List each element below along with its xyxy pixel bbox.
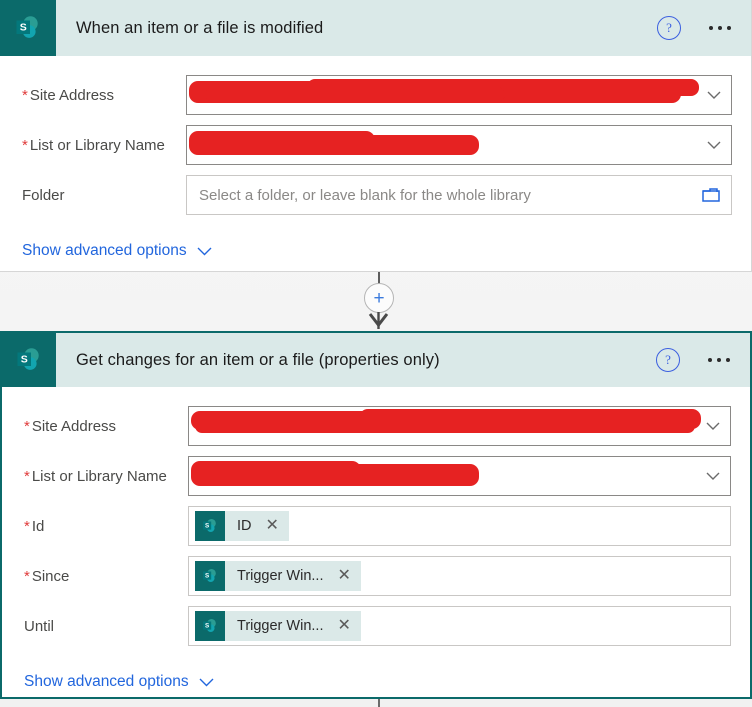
card-header[interactable]: S Get changes for an item or a file (pro… bbox=[2, 333, 750, 387]
field-row-site-address: * Site Address bbox=[0, 70, 751, 120]
since-token-input[interactable]: S Trigger Win... ✕ bbox=[188, 556, 731, 596]
field-label: * Site Address bbox=[22, 86, 115, 104]
redaction-bar bbox=[195, 419, 695, 433]
flow-card-trigger[interactable]: S When an item or a file is modified ? *… bbox=[0, 0, 752, 272]
close-icon[interactable]: ✕ bbox=[262, 518, 283, 534]
required-asterisk: * bbox=[22, 86, 28, 104]
id-token-input[interactable]: S ID ✕ bbox=[188, 506, 731, 546]
flow-designer-canvas: S When an item or a file is modified ? *… bbox=[0, 0, 752, 707]
list-or-library-dropdown[interactable] bbox=[188, 456, 731, 496]
card-body: * Site Address * List or Library Name bbox=[0, 56, 751, 268]
site-address-dropdown[interactable] bbox=[186, 75, 732, 115]
ellipsis-icon[interactable] bbox=[707, 20, 733, 36]
show-advanced-options-trigger[interactable]: Show advanced options bbox=[0, 234, 751, 268]
redaction-bar bbox=[191, 464, 479, 486]
redaction-bar bbox=[191, 411, 491, 430]
required-asterisk: * bbox=[24, 467, 30, 485]
list-or-library-dropdown[interactable] bbox=[186, 125, 732, 165]
required-asterisk: * bbox=[24, 567, 30, 585]
field-label: * List or Library Name bbox=[24, 467, 167, 485]
field-label: Folder bbox=[22, 186, 65, 204]
svg-text:S: S bbox=[21, 353, 28, 365]
redaction-bar bbox=[189, 135, 479, 155]
required-asterisk: * bbox=[24, 417, 30, 435]
sharepoint-icon: S bbox=[195, 611, 225, 641]
chevron-down-icon[interactable] bbox=[697, 141, 731, 150]
chevron-down-icon[interactable] bbox=[197, 247, 212, 256]
svg-text:S: S bbox=[205, 572, 209, 579]
token-chip[interactable]: S ID ✕ bbox=[195, 511, 289, 541]
field-label: * Since bbox=[24, 567, 70, 585]
redaction-bar bbox=[189, 131, 375, 151]
sharepoint-icon: S bbox=[195, 511, 225, 541]
sharepoint-icon: S bbox=[2, 333, 56, 387]
redaction-bar bbox=[189, 81, 681, 103]
token-label: Trigger Win... bbox=[237, 618, 324, 634]
sharepoint-icon: S bbox=[0, 0, 56, 56]
card-header[interactable]: S When an item or a file is modified ? bbox=[0, 0, 751, 56]
card-title: When an item or a file is modified bbox=[76, 18, 324, 37]
until-token-input[interactable]: S Trigger Win... ✕ bbox=[188, 606, 731, 646]
redaction-bar bbox=[359, 409, 701, 429]
ellipsis-icon[interactable] bbox=[706, 352, 732, 368]
help-circle-icon[interactable]: ? bbox=[657, 16, 681, 40]
field-row-site-address: * Site Address bbox=[2, 401, 750, 451]
connector-line-bottom bbox=[378, 699, 380, 707]
card-header-actions: ? bbox=[657, 16, 751, 40]
token-chip[interactable]: S Trigger Win... ✕ bbox=[195, 561, 361, 591]
show-advanced-options-label[interactable]: Show advanced options bbox=[22, 242, 187, 260]
token-label: ID bbox=[237, 518, 252, 534]
card-connector: + bbox=[0, 272, 752, 332]
folder-picker[interactable]: Select a folder, or leave blank for the … bbox=[186, 175, 732, 215]
chevron-down-icon[interactable] bbox=[696, 472, 730, 481]
field-label: * List or Library Name bbox=[22, 136, 165, 154]
field-row-list-or-library-name: * List or Library Name bbox=[0, 120, 751, 170]
card-title: Get changes for an item or a file (prope… bbox=[76, 350, 440, 369]
svg-text:S: S bbox=[20, 21, 27, 33]
sharepoint-icon: S bbox=[195, 561, 225, 591]
token-chip[interactable]: S Trigger Win... ✕ bbox=[195, 611, 361, 641]
plus-icon[interactable]: + bbox=[364, 283, 394, 313]
field-row-id: * Id S ID ✕ bbox=[2, 501, 750, 551]
card-body: * Site Address * List or Library Name bbox=[2, 387, 750, 699]
field-row-list-or-library-name: * List or Library Name bbox=[2, 451, 750, 501]
redaction-bar bbox=[191, 461, 361, 482]
chevron-down-icon[interactable] bbox=[199, 678, 214, 687]
field-label: * Site Address bbox=[24, 417, 117, 435]
flow-card-action[interactable]: S Get changes for an item or a file (pro… bbox=[0, 331, 752, 699]
close-icon[interactable]: ✕ bbox=[333, 568, 354, 584]
show-advanced-options-label[interactable]: Show advanced options bbox=[24, 673, 189, 691]
folder-placeholder: Select a folder, or leave blank for the … bbox=[199, 186, 531, 204]
redaction-bar bbox=[307, 79, 699, 96]
field-label: Until bbox=[24, 617, 55, 635]
close-icon[interactable]: ✕ bbox=[333, 618, 354, 634]
required-asterisk: * bbox=[24, 517, 30, 535]
token-label: Trigger Win... bbox=[237, 568, 324, 584]
field-label: * Id bbox=[24, 517, 45, 535]
required-asterisk: * bbox=[22, 136, 28, 154]
show-advanced-options-action[interactable]: Show advanced options bbox=[2, 665, 750, 699]
svg-text:S: S bbox=[205, 622, 209, 629]
site-address-dropdown[interactable] bbox=[188, 406, 731, 446]
help-circle-icon[interactable]: ? bbox=[656, 348, 680, 372]
field-row-since: * Since S Trigger Win... ✕ bbox=[2, 551, 750, 601]
chevron-down-icon[interactable] bbox=[696, 422, 730, 431]
redaction-bar bbox=[205, 87, 505, 102]
svg-text:S: S bbox=[205, 522, 209, 529]
field-row-until: Until S Trigger Win... ✕ bbox=[2, 601, 750, 651]
chevron-down-icon[interactable] bbox=[697, 91, 731, 100]
field-row-folder: Folder Select a folder, or leave blank f… bbox=[0, 170, 751, 220]
card-header-actions: ? bbox=[656, 348, 750, 372]
folder-icon[interactable] bbox=[693, 187, 731, 204]
